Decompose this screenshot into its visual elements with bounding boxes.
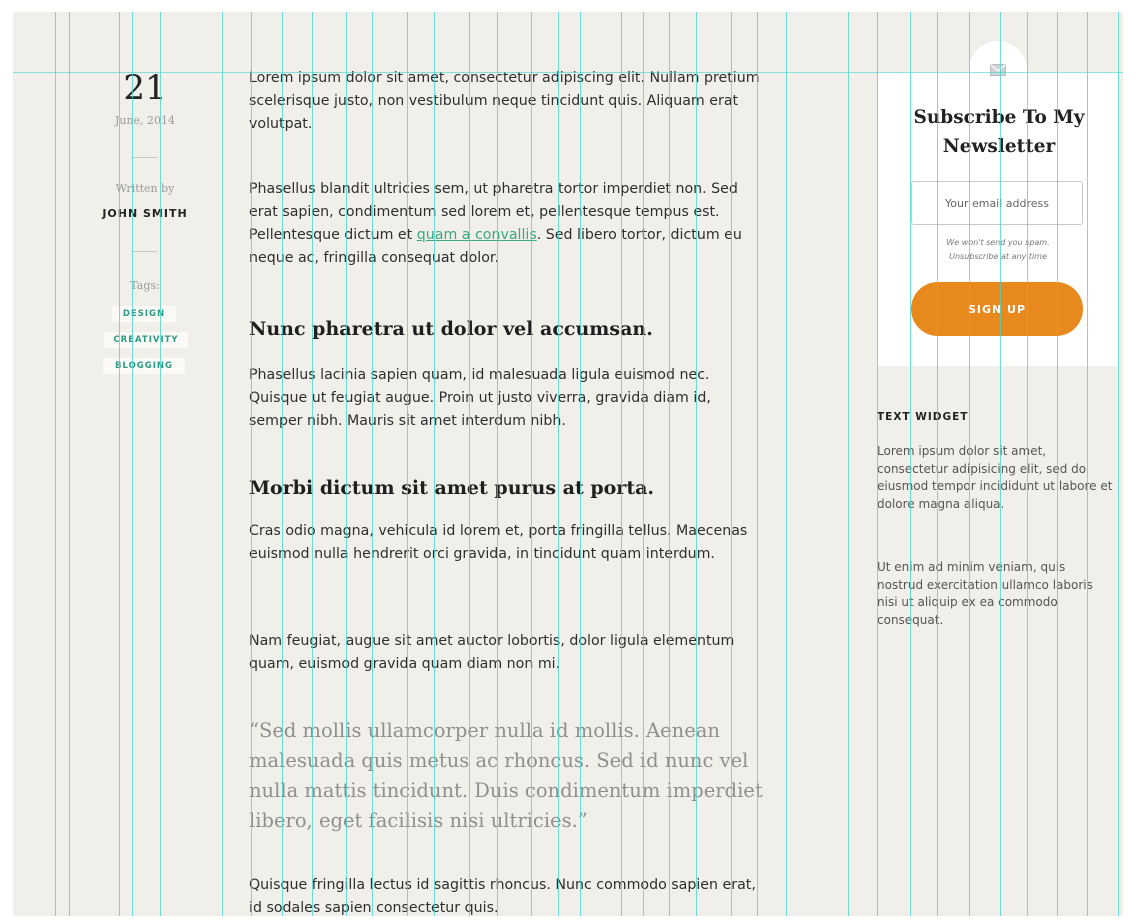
spam-note: We won't send you spam. Unsubscribe at a… (900, 236, 1096, 264)
tag-blogging[interactable]: BLOGGING (103, 358, 185, 374)
spam-note-line: Unsubscribe at any time (949, 252, 1047, 261)
post-day: 21 (123, 68, 167, 108)
inline-link[interactable]: quam a convallis (417, 227, 537, 243)
envelope-icon (990, 64, 1006, 76)
newsletter-title: Subscribe To My Newsletter (913, 107, 1085, 157)
author-name[interactable]: JOHN SMITH (100, 207, 190, 220)
text-widget-title: TEXT WIDGET (877, 411, 969, 423)
written-by-label: Written by (115, 182, 175, 195)
tags-label: Tags: (130, 279, 160, 292)
article-paragraph: Phasellus lacinia sapien quam, id malesu… (249, 367, 711, 429)
article-heading: Nunc pharetra ut dolor vel accumsan. (249, 318, 653, 340)
text-widget-paragraph: Lorem ipsum dolor sit amet, consectetur … (877, 444, 1113, 511)
text-widget-paragraph: Ut enim ad minim veniam, quis nostrud ex… (877, 560, 1093, 627)
spam-note-line: We won't send you spam. (946, 238, 1050, 247)
article-paragraph: Quisque fringilla lectus id sagittis rho… (249, 877, 756, 916)
pull-quote: “Sed mollis ullamcorper nulla id mollis.… (249, 719, 763, 832)
meta-divider (133, 157, 157, 158)
post-month-year: June, 2014 (114, 114, 176, 127)
article-paragraph: Nam feugiat, augue sit amet auctor lobor… (249, 633, 735, 672)
sign-up-button[interactable]: SIGN UP (911, 282, 1083, 336)
tag-design[interactable]: DESIGN (112, 306, 176, 322)
article-paragraph: Phasellus blandit ultricies sem, ut phar… (249, 178, 761, 270)
meta-divider (133, 251, 157, 252)
article-paragraph: Lorem ipsum dolor sit amet, consectetur … (249, 70, 760, 132)
tag-creativity[interactable]: CREATIVITY (104, 332, 188, 348)
email-input[interactable] (911, 181, 1083, 225)
article-paragraph: Cras odio magna, vehicula id lorem et, p… (249, 523, 748, 562)
article-heading: Morbi dictum sit amet purus at porta. (249, 477, 655, 499)
